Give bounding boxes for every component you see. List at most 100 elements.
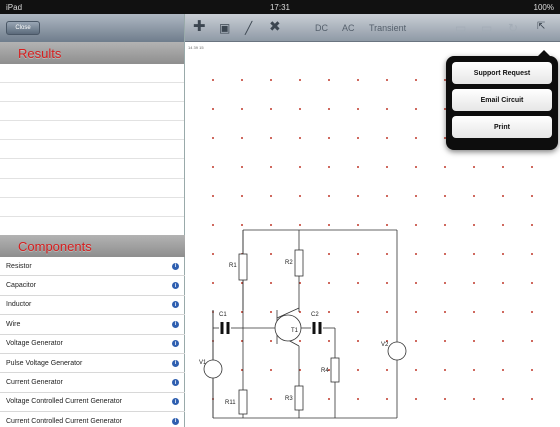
component-item[interactable]: Current Controlled Current Generator i	[0, 412, 185, 427]
results-row	[0, 102, 184, 122]
grid-dot	[473, 369, 475, 371]
grid-dot	[357, 224, 359, 226]
label-r4: R4	[321, 368, 329, 374]
grid-dot	[270, 340, 272, 342]
grid-dot	[502, 340, 504, 342]
info-icon[interactable]: i	[172, 417, 179, 425]
grid-dot	[328, 340, 330, 342]
grid-dot	[299, 79, 301, 81]
save-icon[interactable]: ▣	[219, 21, 230, 35]
grid-dot	[473, 253, 475, 255]
grid-dot	[270, 195, 272, 197]
redo-icon[interactable]: ▭	[481, 21, 492, 35]
results-row	[0, 198, 184, 217]
label-c1: C1	[219, 312, 227, 318]
grid-dot	[531, 166, 533, 168]
grid-dot	[270, 311, 272, 313]
grid-dot	[502, 282, 504, 284]
info-icon[interactable]: i	[172, 320, 179, 328]
component-item[interactable]: Voltage Generator i	[0, 335, 185, 354]
grid-dot	[386, 224, 388, 226]
grid-dot	[270, 253, 272, 255]
grid-dot	[357, 282, 359, 284]
share-icon[interactable]: ⇱	[537, 21, 545, 32]
grid-dot	[502, 311, 504, 313]
grid-dot	[473, 195, 475, 197]
pencil-icon[interactable]: ╱	[245, 21, 252, 35]
component-item[interactable]: Voltage Controlled Current Generator i	[0, 393, 185, 413]
component-label: Inductor	[6, 301, 32, 309]
grid-dot	[357, 253, 359, 255]
grid-dot	[270, 398, 272, 400]
dc-button[interactable]: DC	[315, 23, 328, 33]
grid-dot	[386, 369, 388, 371]
component-item[interactable]: Current Generator i	[0, 373, 185, 393]
grid-dot	[328, 195, 330, 197]
grid-dot	[212, 166, 214, 168]
grid-dot	[386, 79, 388, 81]
grid-dot	[357, 195, 359, 197]
grid-dot	[444, 253, 446, 255]
label-r1: R1	[229, 263, 237, 269]
grid-dot	[415, 369, 417, 371]
info-icon[interactable]: i	[172, 398, 179, 406]
grid-dot	[328, 224, 330, 226]
email-circuit-button[interactable]: Email Circuit	[452, 89, 552, 111]
undo-icon[interactable]: ▭	[455, 21, 466, 35]
source-v2	[387, 341, 407, 361]
ac-button[interactable]: AC	[342, 23, 355, 33]
delete-icon[interactable]: ✖	[269, 18, 281, 35]
label-t1: T1	[291, 328, 299, 334]
info-icon[interactable]: i	[172, 301, 179, 309]
component-item[interactable]: Capacitor i	[0, 276, 185, 296]
info-icon[interactable]: i	[172, 262, 179, 270]
grid-dot	[415, 253, 417, 255]
toolbar: ✚ ▣ ╱ ✖ DC AC Transient ▭ ▭ ↻ ⇱	[185, 14, 560, 42]
grid-dot	[415, 340, 417, 342]
grid-dot	[328, 108, 330, 110]
close-button[interactable]: Close	[6, 21, 40, 35]
grid-dot	[212, 137, 214, 139]
grid-dot	[531, 340, 533, 342]
sidebar-header: Close	[0, 14, 184, 42]
refresh-icon[interactable]: ↻	[508, 21, 518, 35]
grid-dot	[502, 166, 504, 168]
info-icon[interactable]: i	[172, 340, 179, 348]
component-item[interactable]: Wire i	[0, 315, 185, 335]
label-v1: V1	[199, 360, 207, 366]
label-r2: R2	[285, 260, 293, 266]
grid-dot	[473, 311, 475, 313]
grid-dot	[444, 398, 446, 400]
grid-dot	[241, 166, 243, 168]
grid-dot	[444, 166, 446, 168]
options-menu: Support Request Email Circuit Print	[446, 50, 558, 150]
source-v1	[203, 359, 223, 379]
resistor-r2	[294, 249, 304, 277]
grid-dot	[270, 166, 272, 168]
grid-dot	[241, 108, 243, 110]
grid-dot	[415, 195, 417, 197]
results-row	[0, 140, 184, 160]
print-button[interactable]: Print	[452, 116, 552, 138]
grid-dot	[386, 166, 388, 168]
support-request-button[interactable]: Support Request	[452, 62, 552, 84]
label-v2: V2	[381, 342, 389, 348]
component-item[interactable]: Pulse Voltage Generator i	[0, 354, 185, 374]
grid-dot	[328, 253, 330, 255]
grid-dot	[386, 398, 388, 400]
component-label: Pulse Voltage Generator	[6, 359, 83, 367]
info-icon[interactable]: i	[172, 282, 179, 290]
component-item[interactable]: Resistor i	[0, 257, 185, 277]
grid-dot	[328, 166, 330, 168]
grid-dot	[299, 137, 301, 139]
info-icon[interactable]: i	[172, 359, 179, 367]
transient-button[interactable]: Transient	[369, 23, 406, 33]
component-label: Capacitor	[6, 282, 36, 290]
grid-dot	[386, 282, 388, 284]
results-header: Results	[0, 42, 184, 64]
info-icon[interactable]: i	[172, 379, 179, 387]
add-icon[interactable]: ✚	[193, 17, 206, 35]
grid-dot	[241, 137, 243, 139]
component-item[interactable]: Inductor i	[0, 296, 185, 316]
results-row	[0, 83, 184, 103]
